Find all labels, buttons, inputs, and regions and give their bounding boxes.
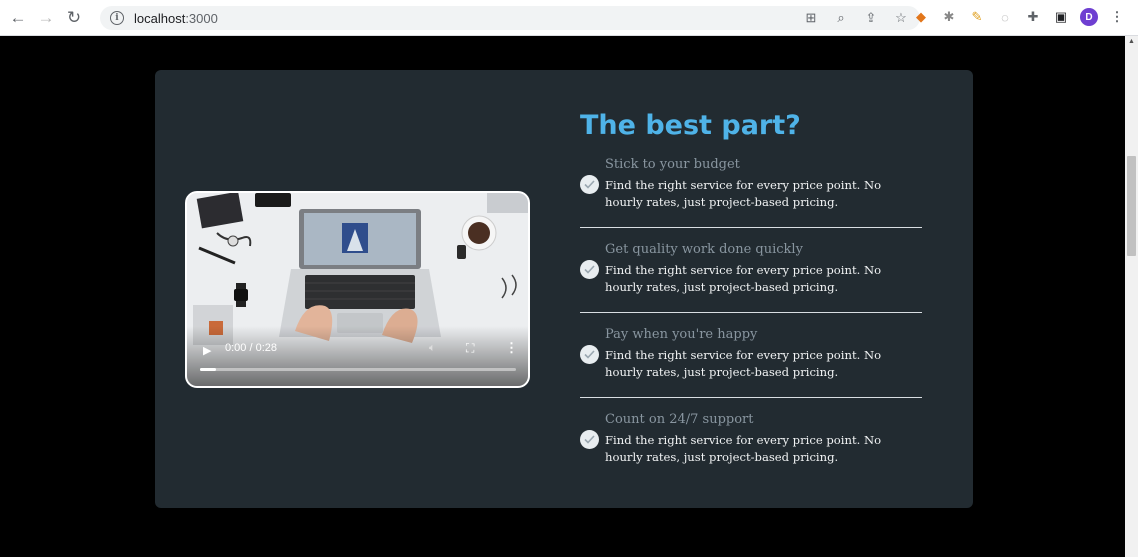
video-controls-overlay (187, 326, 528, 386)
extensions-puzzle-icon[interactable]: ✚ (1024, 8, 1042, 26)
check-circle-icon (580, 345, 599, 364)
section-heading: The best part? (580, 110, 801, 141)
url-host: localhost (134, 10, 186, 26)
site-info-icon[interactable]: i (110, 11, 124, 25)
address-url[interactable]: localhost:3000 (134, 11, 218, 26)
metamask-extension-icon[interactable]: ◆ (912, 8, 930, 26)
side-panel-icon[interactable]: ▣ (1052, 8, 1070, 26)
bug-extension-icon[interactable]: ✱ (940, 8, 958, 26)
feature-title: Count on 24/7 support (605, 412, 754, 427)
feature-divider (580, 397, 922, 398)
scroll-up-arrow-icon[interactable]: ▲ (1125, 38, 1138, 48)
video-player[interactable]: ▶ 0:00 / 0:28 🔈︎ ⛶ ⋮ (185, 191, 530, 388)
check-circle-icon (580, 175, 599, 194)
check-circle-icon (580, 430, 599, 449)
back-arrow-icon[interactable]: ← (4, 4, 32, 32)
fullscreen-icon[interactable]: ⛶ (466, 341, 474, 356)
translate-icon[interactable]: ⊞ (802, 9, 820, 27)
share-icon[interactable]: ⇪ (862, 9, 880, 27)
profile-avatar[interactable]: D (1080, 8, 1098, 26)
feature-title: Pay when you're happy (605, 327, 758, 342)
address-bar[interactable]: i localhost:3000 ⊞ ⌕ ⇪ ☆ (100, 6, 920, 30)
feature-description: Find the right service for every price p… (605, 348, 882, 379)
browser-menu-icon[interactable]: ⋮ (1108, 8, 1126, 26)
url-port: :3000 (185, 10, 218, 26)
feature-divider (580, 312, 922, 313)
best-part-section: ▶ 0:00 / 0:28 🔈︎ ⛶ ⋮ The best part? Stic… (155, 70, 973, 508)
check-circle-icon (580, 260, 599, 279)
volume-icon[interactable]: 🔈︎ (429, 342, 436, 355)
feature-description: Find the right service for every price p… (605, 263, 882, 294)
page-scrollbar[interactable]: ▲ (1125, 36, 1138, 557)
feature-title: Get quality work done quickly (605, 242, 803, 257)
feature-description: Find the right service for every price p… (605, 433, 882, 464)
feature-description: Find the right service for every price p… (605, 178, 882, 209)
zoom-icon[interactable]: ⌕ (832, 9, 850, 27)
video-more-options-icon[interactable]: ⋮ (505, 340, 518, 356)
video-progress-fill (200, 368, 216, 371)
browser-toolbar: ← → ↻ i localhost:3000 ⊞ ⌕ ⇪ ☆ ◆ ✱ ✎ ◌ ✚… (0, 0, 1138, 36)
pen-extension-icon[interactable]: ✎ (968, 8, 986, 26)
bookmark-star-icon[interactable]: ☆ (892, 9, 910, 27)
feature-divider (580, 227, 922, 228)
video-time-display: 0:00 / 0:28 (225, 342, 277, 354)
video-progress-bar[interactable] (200, 368, 516, 371)
play-icon[interactable]: ▶ (203, 344, 211, 357)
feature-title: Stick to your budget (605, 157, 740, 172)
timer-extension-icon[interactable]: ◌ (996, 8, 1014, 26)
forward-arrow-icon[interactable]: → (32, 4, 60, 32)
reload-icon[interactable]: ↻ (60, 4, 88, 32)
scroll-thumb[interactable] (1127, 156, 1136, 256)
